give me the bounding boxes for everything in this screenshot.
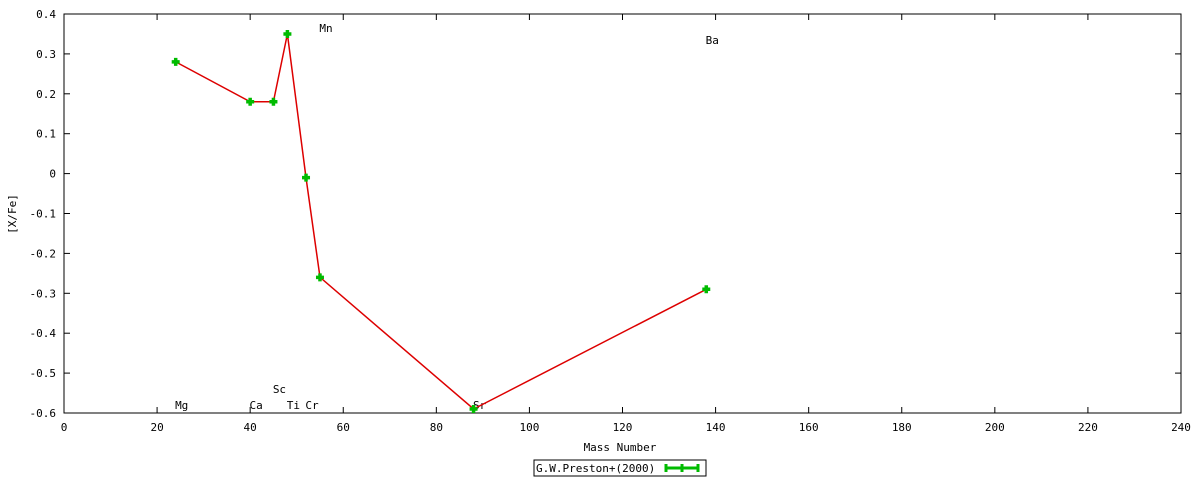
y-tick-label: 0.1	[36, 128, 56, 141]
y-tick-label: 0.2	[36, 88, 56, 101]
legend-label: G.W.Preston+(2000)	[536, 462, 655, 475]
y-tick-label: 0.3	[36, 48, 56, 61]
y-tick-label: 0	[49, 168, 56, 181]
data-point	[171, 57, 180, 66]
x-tick-label: 160	[799, 421, 819, 434]
y-tick-label: -0.5	[30, 367, 57, 380]
x-tick-label: 20	[150, 421, 163, 434]
y-tick-label: -0.3	[30, 287, 57, 300]
y-tick-label: -0.4	[30, 327, 57, 340]
element-label: Ca	[250, 399, 263, 412]
legend: G.W.Preston+(2000)	[533, 459, 707, 477]
plot-frame	[63, 13, 1182, 414]
y-tick-label: -0.2	[30, 247, 57, 260]
y-axis-title: [X/Fe]	[6, 194, 19, 234]
x-tick-label: 120	[613, 421, 633, 434]
element-label: Ti	[287, 399, 300, 412]
data-point	[283, 29, 292, 38]
data-point	[302, 173, 311, 182]
x-axis-title: Mass Number	[584, 441, 657, 454]
element-label: Cr	[305, 399, 319, 412]
data-point	[246, 97, 255, 106]
x-tick-label: 80	[430, 421, 443, 434]
data-point	[269, 97, 278, 106]
y-tick-label: 0.4	[36, 8, 56, 21]
data-point	[702, 285, 711, 294]
series-line	[175, 33, 707, 410]
x-tick-label: 40	[244, 421, 257, 434]
y-tick-label: -0.6	[30, 407, 57, 420]
y-tick-label: -0.1	[30, 208, 57, 221]
x-tick-label: 100	[519, 421, 539, 434]
x-tick-label: 200	[985, 421, 1005, 434]
x-tick-label: 60	[337, 421, 350, 434]
x-tick-label: 0	[61, 421, 68, 434]
chart-svg: 0 20 40 60 80 100 120 140 160 180 200 220 240 -0.6 -0.…	[6, 8, 1191, 477]
x-tick-label: 140	[706, 421, 726, 434]
element-label: Ba	[706, 34, 719, 47]
element-label: Sc	[273, 383, 286, 396]
element-label: Mn	[319, 22, 332, 35]
x-tick-label: 220	[1078, 421, 1098, 434]
x-tick-label: 240	[1171, 421, 1191, 434]
element-label: Mg	[175, 399, 188, 412]
x-tick-label: 180	[892, 421, 912, 434]
chart: 0 20 40 60 80 100 120 140 160 180 200 220 240 -0.6 -0.…	[0, 0, 1200, 480]
plot-area: 0 20 40 60 80 100 120 140 160 180 200 220 240 -0.6 -0.…	[30, 8, 1191, 434]
